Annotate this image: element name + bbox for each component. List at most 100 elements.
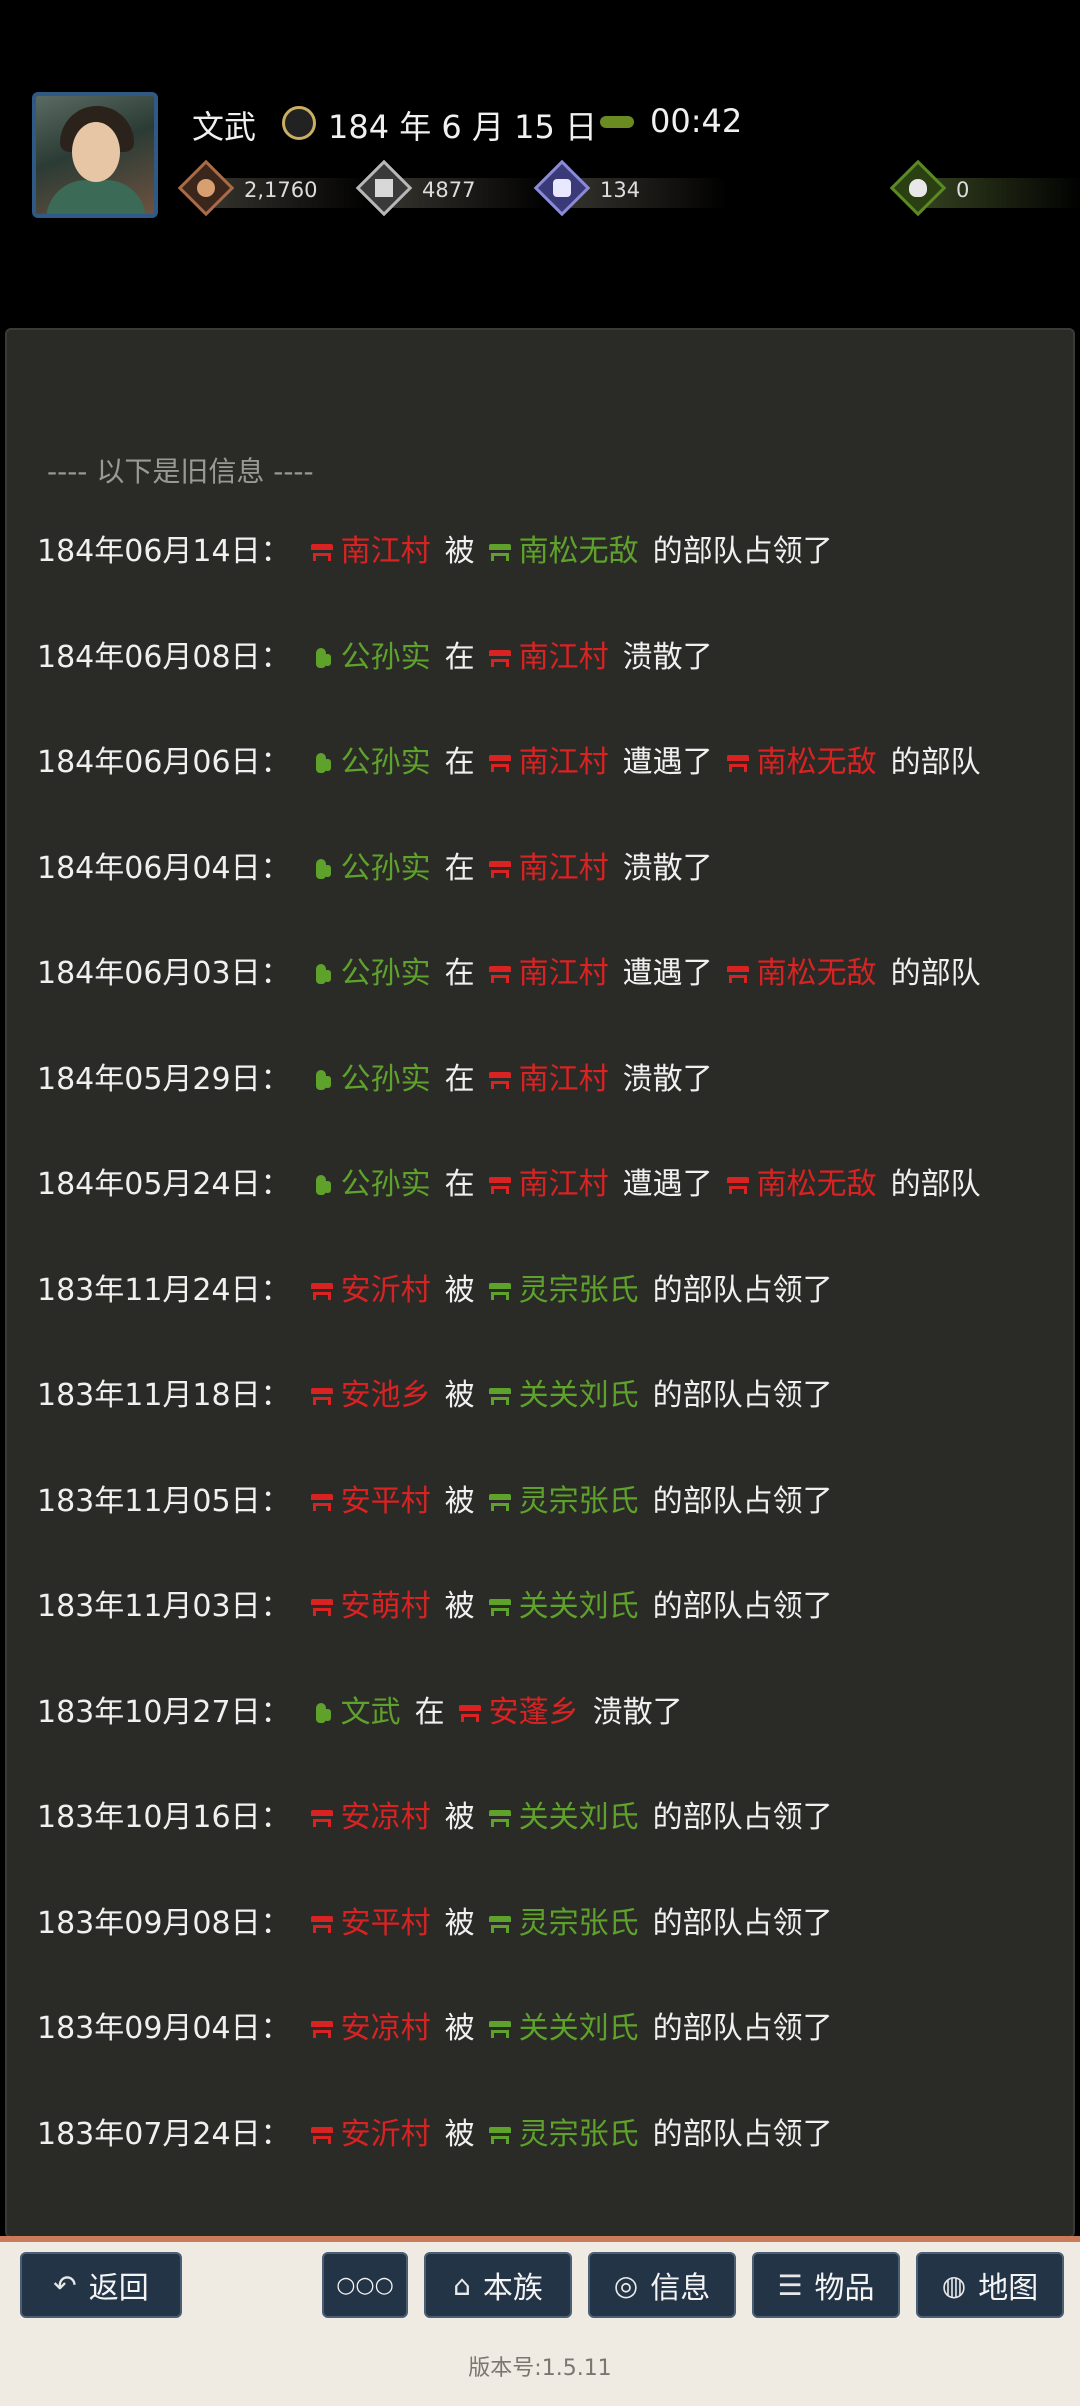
- clan-button[interactable]: ⌂ 本族: [424, 2252, 572, 2318]
- army-name: 灵宗张氏: [518, 1273, 639, 1308]
- village-link[interactable]: 南江村: [488, 1056, 609, 1104]
- message-row: 184年06月03日： 公孙实在 南江村 遭遇了 南松无敌 的部队: [37, 950, 987, 998]
- army-link[interactable]: 灵宗张氏: [488, 1900, 639, 1948]
- village-name: 安沂村: [340, 1273, 431, 1308]
- banner-icon: [488, 1492, 511, 1512]
- village-link[interactable]: 南江村: [310, 528, 431, 576]
- village-link[interactable]: 安沂村: [310, 1267, 431, 1315]
- village-link[interactable]: 南江村: [488, 1161, 609, 1209]
- banner-icon: [488, 859, 511, 879]
- map-button[interactable]: ◍ 地图: [916, 2252, 1064, 2318]
- avatar[interactable]: [32, 92, 158, 218]
- message-row: 184年06月14日： 南江村被 南松无敌 的部队占领了: [37, 528, 839, 576]
- message-text: 溃散了: [622, 851, 713, 886]
- village-link[interactable]: 南江村: [488, 739, 609, 787]
- banner-icon: [310, 2019, 333, 2039]
- message-text: 溃散了: [622, 1062, 713, 1097]
- army-link[interactable]: 灵宗张氏: [488, 2111, 639, 2159]
- village-link[interactable]: 安平村: [310, 1478, 431, 1526]
- village-link[interactable]: 安沂村: [310, 2111, 431, 2159]
- message-text: 在: [444, 640, 475, 675]
- message-date: 183年10月16日：: [37, 1800, 291, 1835]
- village-name: 南江村: [340, 534, 431, 569]
- banner-icon: [726, 1175, 749, 1195]
- village-name: 安平村: [340, 1484, 431, 1519]
- message-text: 在: [444, 1167, 475, 1202]
- items-icon: ☰: [777, 2268, 803, 2302]
- banner-icon: [488, 1070, 511, 1090]
- message-text: 被: [444, 1484, 475, 1519]
- message-date: 184年06月06日：: [37, 745, 291, 780]
- message-text: 遭遇了: [622, 745, 713, 780]
- message-date: 183年11月24日：: [37, 1273, 291, 1308]
- message-text: 溃散了: [592, 1695, 683, 1730]
- message-row: 184年06月08日： 公孙实在 南江村 溃散了: [37, 634, 719, 682]
- message-text: 遭遇了: [622, 1167, 713, 1202]
- village-link[interactable]: 安蓬乡: [458, 1689, 579, 1737]
- army-link[interactable]: 南松无敌: [726, 950, 877, 998]
- village-link[interactable]: 南江村: [488, 634, 609, 682]
- general-link[interactable]: 公孙实: [311, 1161, 431, 1209]
- message-date: 183年10月27日：: [37, 1695, 291, 1730]
- banner-icon: [310, 1281, 333, 1301]
- village-name: 安蓬乡: [488, 1695, 579, 1730]
- message-text: 被: [444, 1589, 475, 1624]
- items-button[interactable]: ☰ 物品: [752, 2252, 900, 2318]
- village-name: 安池乡: [340, 1378, 431, 1413]
- army-link[interactable]: 南松无敌: [488, 528, 639, 576]
- message-log-panel[interactable]: ---- 以下是旧信息 ---- 184年06月14日： 南江村被南松无敌 的部队占…: [5, 328, 1075, 2238]
- message-text: 的部队占领了: [652, 1800, 833, 1835]
- general-link[interactable]: 公孙实: [311, 634, 431, 682]
- more-icon: ○○○: [336, 2272, 394, 2298]
- message-row: 183年11月24日： 安沂村被 灵宗张氏 的部队占领了: [37, 1267, 839, 1315]
- village-link[interactable]: 安平村: [310, 1900, 431, 1948]
- message-text: 被: [444, 1906, 475, 1941]
- message-text: 被: [444, 1800, 475, 1835]
- general-name: 文武: [340, 1695, 401, 1730]
- banner-icon: [488, 1808, 511, 1828]
- message-row: 184年05月29日： 公孙实在 南江村 溃散了: [37, 1056, 719, 1104]
- banner-icon: [488, 648, 511, 668]
- version-label: 版本号:1.5.11: [468, 2356, 612, 2381]
- village-link[interactable]: 安凉村: [310, 2005, 431, 2053]
- army-name: 灵宗张氏: [518, 1906, 639, 1941]
- banner-icon: [310, 542, 333, 562]
- army-link[interactable]: 关关刘氏: [488, 1372, 639, 1420]
- general-link[interactable]: 公孙实: [311, 739, 431, 787]
- general-link[interactable]: 公孙实: [311, 845, 431, 893]
- calendar-icon: [282, 106, 316, 140]
- general-link[interactable]: 文武: [311, 1689, 401, 1737]
- village-name: 南江村: [518, 1167, 609, 1202]
- back-button[interactable]: ↶ 返回: [20, 2252, 182, 2318]
- village-link[interactable]: 安凉村: [310, 1794, 431, 1842]
- village-name: 南江村: [518, 640, 609, 675]
- village-name: 安萌村: [340, 1589, 431, 1624]
- village-link[interactable]: 安萌村: [310, 1583, 431, 1631]
- army-link[interactable]: 南松无敌: [726, 739, 877, 787]
- message-row: 183年10月16日： 安凉村被 关关刘氏 的部队占领了: [37, 1794, 839, 1842]
- army-link[interactable]: 关关刘氏: [488, 2005, 639, 2053]
- message-text: 被: [444, 534, 475, 569]
- village-link[interactable]: 安池乡: [310, 1372, 431, 1420]
- army-link[interactable]: 南松无敌: [726, 1161, 877, 1209]
- gauntlet-icon: [311, 1703, 333, 1723]
- army-link[interactable]: 灵宗张氏: [488, 1267, 639, 1315]
- village-name: 南江村: [518, 745, 609, 780]
- army-link[interactable]: 灵宗张氏: [488, 1478, 639, 1526]
- message-text: 的部队占领了: [652, 534, 833, 569]
- army-link[interactable]: 关关刘氏: [488, 1583, 639, 1631]
- info-button[interactable]: ◎ 信息: [588, 2252, 736, 2318]
- village-link[interactable]: 南江村: [488, 845, 609, 893]
- army-name: 关关刘氏: [518, 1800, 639, 1835]
- more-button[interactable]: ○○○: [322, 2252, 408, 2318]
- general-name: 公孙实: [340, 745, 431, 780]
- message-row: 183年10月27日： 文武在 安蓬乡 溃散了: [37, 1689, 689, 1737]
- gauntlet-icon: [311, 859, 333, 879]
- village-link[interactable]: 南江村: [488, 950, 609, 998]
- message-row: 183年07月24日： 安沂村被 灵宗张氏 的部队占领了: [37, 2111, 839, 2159]
- general-name: 公孙实: [340, 956, 431, 991]
- army-link[interactable]: 关关刘氏: [488, 1794, 639, 1842]
- gauntlet-icon: [311, 648, 333, 668]
- general-link[interactable]: 公孙实: [311, 1056, 431, 1104]
- general-link[interactable]: 公孙实: [311, 950, 431, 998]
